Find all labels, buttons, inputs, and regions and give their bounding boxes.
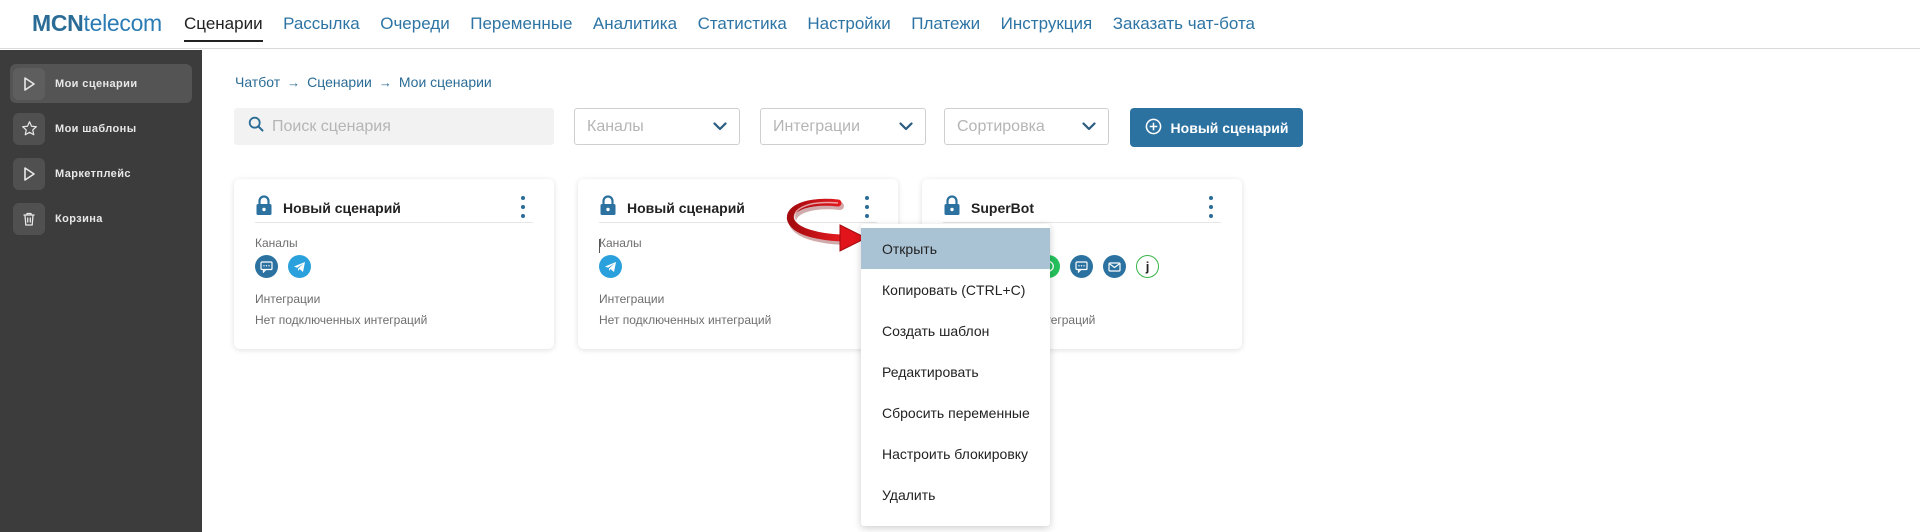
chevron-down-icon: [713, 118, 727, 136]
brand-logo-bold: MCN: [32, 10, 84, 36]
sidebar-item-label: Маркетплейс: [55, 167, 131, 180]
sidebar-item-my-templates[interactable]: Мои шаблоны: [10, 109, 192, 148]
chat-icon: [1070, 255, 1093, 278]
search-input[interactable]: [272, 117, 532, 136]
card-header: Новый сценарий: [599, 193, 877, 223]
integrations-select[interactable]: Интеграции: [760, 108, 926, 145]
arrow-right-icon: →: [378, 74, 392, 90]
integrations-select-placeholder: Интеграции: [773, 117, 861, 135]
sort-select[interactable]: Сортировка: [944, 108, 1109, 145]
chat-icon: [255, 255, 278, 278]
menu-item-copy[interactable]: Копировать (CTRL+C): [861, 269, 1050, 310]
scenario-card[interactable]: Новый сценарий Каналы Интеграции Нет под…: [234, 179, 554, 349]
sidebar-item-marketplace[interactable]: Маркетплейс: [10, 154, 192, 193]
integrations-label: Интеграции: [255, 292, 321, 306]
channels-label: Каналы: [599, 236, 642, 250]
breadcrumb: Чатбот → Сценарии → Мои сценарии: [235, 74, 492, 90]
nav-scenarios[interactable]: Сценарии: [184, 14, 263, 42]
channels-label: Каналы: [255, 236, 298, 250]
nav-order-chatbot[interactable]: Заказать чат-бота: [1113, 14, 1255, 42]
integrations-value: Нет подключенных интеграций: [599, 313, 772, 327]
lock-icon: [599, 194, 617, 221]
star-icon: [13, 112, 45, 145]
trash-icon: [13, 202, 45, 235]
sort-select-placeholder: Сортировка: [957, 117, 1045, 135]
chevron-down-icon: [1082, 118, 1096, 136]
card-title[interactable]: Новый сценарий: [627, 200, 745, 216]
more-vertical-icon[interactable]: [859, 196, 875, 218]
sidebar-item-my-scenarios[interactable]: Мои сценарии: [10, 64, 192, 103]
card-title[interactable]: Новый сценарий: [283, 200, 401, 216]
nav-queues[interactable]: Очереди: [380, 14, 450, 42]
main-nav: Сценарии Рассылка Очереди Переменные Ана…: [184, 14, 1276, 42]
card-header: SuperBot: [943, 193, 1221, 223]
more-vertical-icon[interactable]: [515, 196, 531, 218]
brand-logo-rest: telecom: [83, 10, 162, 36]
menu-item-open[interactable]: Открыть: [861, 228, 1050, 269]
top-navigation: MCNtelecom Сценарии Рассылка Очереди Пер…: [0, 0, 1920, 49]
channel-icons: [255, 255, 321, 278]
menu-item-create-template[interactable]: Создать шаблон: [861, 310, 1050, 351]
channel-icons: j: [1037, 255, 1169, 278]
nav-analytics[interactable]: Аналитика: [593, 14, 677, 42]
lock-icon: [943, 194, 961, 221]
menu-item-delete[interactable]: Удалить: [861, 474, 1050, 515]
card-title[interactable]: SuperBot: [971, 200, 1034, 216]
breadcrumb-my-scenarios: Мои сценарии: [398, 74, 492, 90]
nav-payments[interactable]: Платежи: [911, 14, 980, 42]
channels-select[interactable]: Каналы: [574, 108, 740, 145]
sidebar: Мои сценарии Мои шаблоны Маркетплейс Кор…: [0, 50, 202, 532]
brand-logo[interactable]: MCNtelecom: [32, 10, 162, 37]
new-scenario-button[interactable]: Новый сценарий: [1130, 108, 1303, 147]
card-header: Новый сценарий: [255, 193, 533, 223]
telegram-icon: [599, 255, 622, 278]
plus-circle-icon: [1145, 118, 1162, 138]
menu-item-edit[interactable]: Редактировать: [861, 351, 1050, 392]
mail-icon: [1103, 255, 1126, 278]
sidebar-item-label: Мои сценарии: [55, 77, 138, 90]
nav-mailing[interactable]: Рассылка: [283, 14, 360, 42]
sidebar-item-trash[interactable]: Корзина: [10, 199, 192, 238]
nav-instructions[interactable]: Инструкция: [1001, 14, 1093, 42]
lock-icon: [255, 194, 273, 221]
channel-icons: [599, 255, 632, 278]
nav-variables[interactable]: Переменные: [470, 14, 572, 42]
search-icon: [248, 116, 264, 137]
play-icon: [13, 157, 45, 190]
sidebar-item-label: Мои шаблоны: [55, 122, 137, 135]
new-scenario-button-label: Новый сценарий: [1170, 119, 1289, 136]
jivo-icon: j: [1136, 255, 1159, 278]
chevron-down-icon: [899, 118, 913, 136]
scenario-card[interactable]: Новый сценарий Каналы Интеграции Нет под…: [578, 179, 898, 349]
search-box[interactable]: [234, 108, 554, 145]
play-icon: [13, 67, 45, 100]
integrations-value: Нет подключенных интеграций: [255, 313, 428, 327]
sidebar-item-label: Корзина: [55, 212, 103, 225]
nav-settings[interactable]: Настройки: [807, 14, 890, 42]
breadcrumb-chatbot[interactable]: Чатбот: [235, 74, 280, 90]
menu-item-reset-variables[interactable]: Сбросить переменные: [861, 392, 1050, 433]
breadcrumb-scenarios[interactable]: Сценарии: [307, 74, 372, 90]
arrow-right-icon: →: [287, 74, 301, 90]
integrations-label: Интеграции: [599, 292, 665, 306]
menu-item-configure-lock[interactable]: Настроить блокировку: [861, 433, 1050, 474]
more-vertical-icon[interactable]: [1203, 196, 1219, 218]
telegram-icon: [288, 255, 311, 278]
channels-select-placeholder: Каналы: [587, 117, 644, 135]
nav-statistics[interactable]: Статистика: [698, 14, 787, 42]
context-menu: Открыть Копировать (CTRL+C) Создать шабл…: [861, 224, 1050, 526]
